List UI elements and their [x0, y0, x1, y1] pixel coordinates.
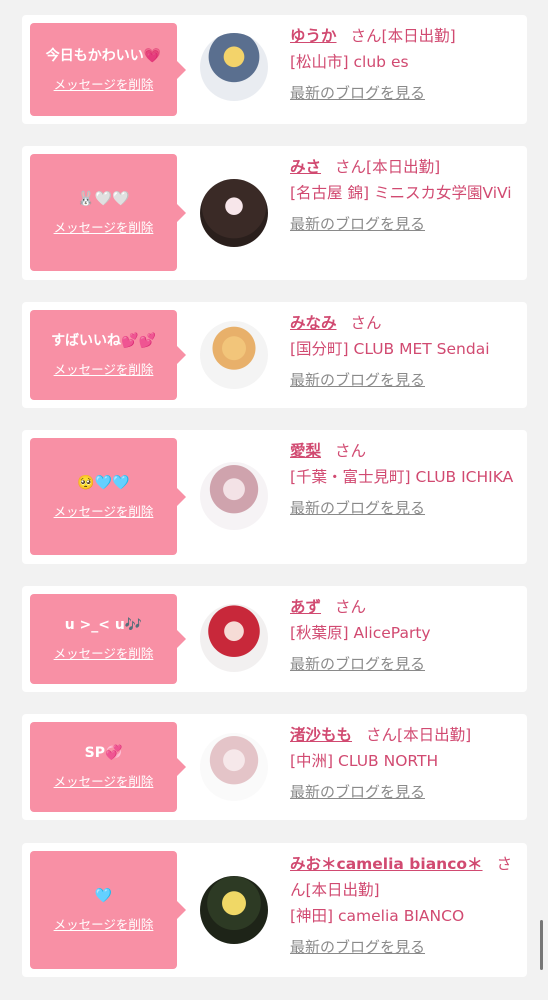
shop-name: [中洲] CLUB NORTH — [290, 752, 439, 770]
cast-info: 愛梨 さん [千葉・富士見町] CLUB ICHIKA 最新のブログを見る — [290, 438, 522, 521]
message-text: すばいいね💕💕 — [51, 333, 156, 349]
cast-suffix: さん[本日出勤] — [335, 158, 441, 176]
delete-message-link[interactable]: メッセージを削除 — [54, 914, 154, 933]
message-card: u >_< u🎶 メッセージを削除 あず さん [秋葉原] AliceParty … — [22, 586, 527, 692]
latest-blog-link[interactable]: 最新のブログを見る — [290, 495, 522, 521]
cast-info: 渚沙もも さん[本日出勤] [中洲] CLUB NORTH 最新のブログを見る — [290, 722, 522, 805]
cast-suffix: さん — [335, 598, 367, 616]
delete-message-link[interactable]: メッセージを削除 — [54, 771, 154, 790]
shop-name: [名古屋 錦] ミニスカ女学園ViVi — [290, 184, 512, 202]
delete-message-link[interactable]: メッセージを削除 — [54, 501, 154, 520]
message-bubble: u >_< u🎶 メッセージを削除 — [30, 594, 186, 684]
cast-info: みなみ さん [国分町] CLUB MET Sendai 最新のブログを見る — [290, 310, 522, 393]
shop-name: [千葉・富士見町] CLUB ICHIKA — [290, 468, 514, 486]
message-text: 今日もかわいい💗 — [45, 47, 162, 64]
scrollbar[interactable] — [540, 920, 543, 970]
message-text: SP💞 — [84, 745, 123, 761]
avatar[interactable] — [200, 321, 268, 389]
delete-message-link[interactable]: メッセージを削除 — [54, 217, 154, 236]
latest-blog-link[interactable]: 最新のブログを見る — [290, 651, 522, 677]
cast-name-link[interactable]: みお＊camelia bianco＊ — [290, 855, 483, 873]
cast-info: みさ さん[本日出勤] [名古屋 錦] ミニスカ女学園ViVi 最新のブログを見る — [290, 154, 522, 237]
cast-suffix: さん[本日出勤] — [366, 726, 472, 744]
message-bubble: 今日もかわいい💗 メッセージを削除 — [30, 23, 186, 116]
shop-name: [秋葉原] AliceParty — [290, 624, 431, 642]
latest-blog-link[interactable]: 最新のブログを見る — [290, 367, 522, 393]
latest-blog-link[interactable]: 最新のブログを見る — [290, 779, 522, 805]
message-card: SP💞 メッセージを削除 渚沙もも さん[本日出勤] [中洲] CLUB NORT… — [22, 714, 527, 820]
latest-blog-link[interactable]: 最新のブログを見る — [290, 211, 522, 237]
message-card: すばいいね💕💕 メッセージを削除 みなみ さん [国分町] CLUB MET Se… — [22, 302, 527, 408]
message-text: 🩵 — [94, 888, 113, 904]
cast-name-link[interactable]: みさ — [290, 158, 321, 176]
message-bubble: SP💞 メッセージを削除 — [30, 722, 186, 812]
avatar[interactable] — [200, 604, 268, 672]
cast-name-link[interactable]: みなみ — [290, 314, 337, 332]
cast-suffix: さん[本日出勤] — [350, 27, 456, 45]
cast-name-link[interactable]: 渚沙もも — [290, 726, 352, 744]
latest-blog-link[interactable]: 最新のブログを見る — [290, 934, 522, 960]
message-text: u >_< u🎶 — [64, 617, 143, 633]
shop-name: [国分町] CLUB MET Sendai — [290, 340, 490, 358]
message-bubble: すばいいね💕💕 メッセージを削除 — [30, 310, 186, 400]
cast-info: あず さん [秋葉原] AliceParty 最新のブログを見る — [290, 594, 522, 677]
avatar[interactable] — [200, 179, 268, 247]
message-card: 🐰🤍🤍 メッセージを削除 みさ さん[本日出勤] [名古屋 錦] ミニスカ女学園V… — [22, 146, 527, 280]
message-text: 🥺🩵🩵 — [77, 474, 130, 491]
message-card: 今日もかわいい💗 メッセージを削除 ゆうか さん[本日出勤] [松山市] club… — [22, 15, 527, 124]
avatar[interactable] — [200, 876, 268, 944]
avatar[interactable] — [200, 462, 268, 530]
avatar[interactable] — [200, 733, 268, 801]
cast-name-link[interactable]: あず — [290, 598, 321, 616]
cast-suffix: さん — [350, 314, 382, 332]
message-text: 🐰🤍🤍 — [77, 190, 130, 207]
cast-name-link[interactable]: ゆうか — [290, 27, 337, 45]
message-bubble: 🩵 メッセージを削除 — [30, 851, 186, 969]
cast-info: ゆうか さん[本日出勤] [松山市] club es 最新のブログを見る — [290, 23, 522, 106]
latest-blog-link[interactable]: 最新のブログを見る — [290, 80, 522, 106]
shop-name: [松山市] club es — [290, 53, 409, 71]
cast-info: みお＊camelia bianco＊ さん[本日出勤] [神田] camelia … — [290, 851, 522, 960]
cast-suffix: さん — [335, 442, 367, 460]
message-card: 🩵 メッセージを削除 みお＊camelia bianco＊ さん[本日出勤] [神… — [22, 843, 527, 977]
message-card: 🥺🩵🩵 メッセージを削除 愛梨 さん [千葉・富士見町] CLUB ICHIKA … — [22, 430, 527, 564]
message-bubble: 🐰🤍🤍 メッセージを削除 — [30, 154, 186, 271]
shop-name: [神田] camelia BIANCO — [290, 907, 465, 925]
message-bubble: 🥺🩵🩵 メッセージを削除 — [30, 438, 186, 555]
delete-message-link[interactable]: メッセージを削除 — [54, 74, 154, 93]
avatar[interactable] — [200, 33, 268, 101]
delete-message-link[interactable]: メッセージを削除 — [54, 643, 154, 662]
delete-message-link[interactable]: メッセージを削除 — [54, 359, 154, 378]
cast-name-link[interactable]: 愛梨 — [290, 442, 321, 460]
